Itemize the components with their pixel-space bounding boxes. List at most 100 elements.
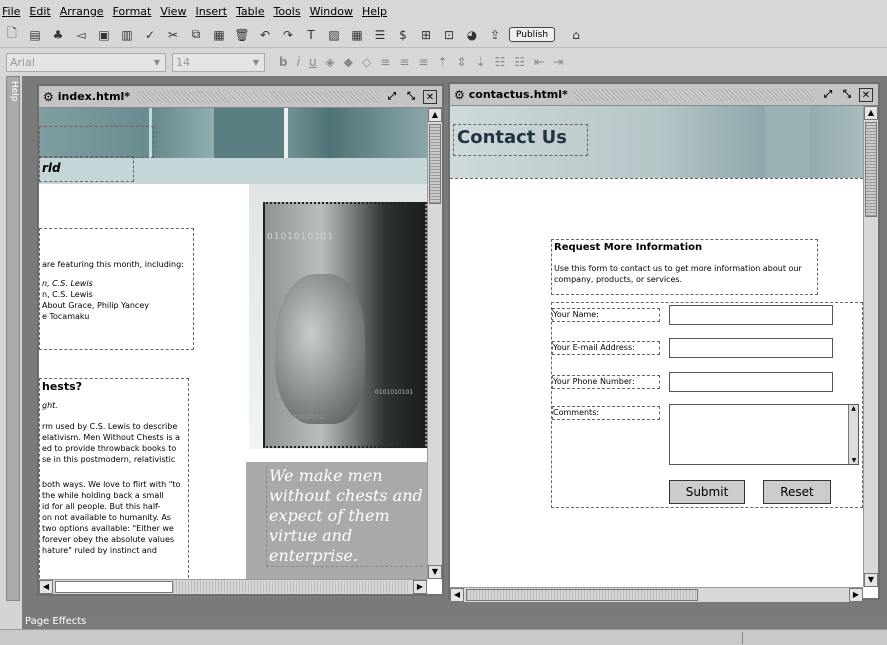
horizontal-scrollbar[interactable]: ◀ ▶	[39, 579, 427, 594]
clear-format-icon[interactable]: ◇	[362, 55, 371, 69]
restore-icon[interactable]: ⤢	[821, 88, 835, 102]
layout-table-icon[interactable]: ⊞	[417, 26, 435, 44]
format-toolbar: Arial ▼ 14 ▼ b i u ◈ ◆ ◇ ≡ ≡ ≡ ⇡ ⇕ ⇣ ☷ ☷ ⇤…	[0, 49, 887, 75]
chevron-down-icon: ▼	[252, 57, 260, 67]
scroll-left-icon[interactable]: ◀	[39, 580, 53, 594]
bullet-list-icon[interactable]: ☷	[495, 55, 506, 69]
binary-text: 0101010101	[375, 389, 414, 396]
spellcheck-icon[interactable]: ✓	[141, 26, 159, 44]
link-icon[interactable]: ◅	[72, 26, 90, 44]
align-center-icon[interactable]: ≡	[399, 55, 409, 69]
italic-button[interactable]: i	[297, 55, 300, 69]
reset-button[interactable]: Reset	[763, 480, 831, 504]
table-icon[interactable]: ▦	[348, 26, 366, 44]
about-line: ed to provide throwback books to	[42, 444, 177, 453]
scroll-right-icon[interactable]: ▶	[849, 588, 863, 602]
outdent-icon[interactable]: ⇤	[534, 55, 544, 69]
phone-input[interactable]	[669, 372, 833, 392]
upload-icon[interactable]: ⇪	[486, 26, 504, 44]
save-icon[interactable]: ▣	[95, 26, 113, 44]
about-line: hature" ruled by instinct and	[42, 546, 157, 555]
menu-view[interactable]: View	[160, 5, 186, 18]
email-input[interactable]	[669, 338, 833, 358]
publish-label: Publish	[516, 29, 549, 40]
menu-window[interactable]: Window	[310, 5, 353, 18]
globe-icon[interactable]: ◕	[463, 26, 481, 44]
restore-icon[interactable]: ⤢	[385, 90, 399, 104]
menu-table[interactable]: Table	[236, 5, 264, 18]
scroll-right-icon[interactable]: ▶	[413, 580, 427, 594]
textarea-scrollbar[interactable]: ▲ ▼	[848, 405, 858, 464]
index-window-titlebar[interactable]: ⚙ index.html* ⤢ ⤡ ✕	[39, 86, 442, 108]
scroll-down-icon[interactable]: ▼	[428, 565, 442, 579]
scroll-up-icon[interactable]: ▲	[428, 108, 442, 122]
text-box-icon[interactable]: T	[302, 26, 320, 44]
size-value: 14	[176, 55, 190, 69]
comments-textarea[interactable]: ▲ ▼	[669, 404, 859, 465]
text-color-icon[interactable]: ◈	[326, 55, 335, 69]
undo-icon[interactable]: ↶	[256, 26, 274, 44]
align-left-icon[interactable]: ≡	[380, 55, 390, 69]
scroll-thumb[interactable]	[55, 581, 173, 593]
menu-help[interactable]: Help	[362, 5, 387, 18]
scroll-up-icon[interactable]: ▲	[849, 405, 858, 412]
redo-icon[interactable]: ↷	[279, 26, 297, 44]
menu-tools[interactable]: Tools	[273, 5, 300, 18]
close-icon[interactable]: ✕	[859, 87, 873, 102]
font-select[interactable]: Arial ▼	[6, 52, 166, 72]
indent-icon[interactable]: ⇥	[553, 55, 563, 69]
plugin-icon[interactable]: $	[394, 26, 412, 44]
print-icon[interactable]: ▥	[118, 26, 136, 44]
scroll-thumb[interactable]	[466, 589, 698, 601]
scroll-down-icon[interactable]: ▼	[864, 573, 878, 587]
menu-edit[interactable]: Edit	[29, 5, 50, 18]
copy-icon[interactable]: ⧉	[187, 26, 205, 44]
image-icon[interactable]: ▨	[325, 26, 343, 44]
bold-button[interactable]: b	[279, 55, 288, 69]
vertical-scrollbar[interactable]: ▲ ▼	[427, 108, 442, 579]
scroll-up-icon[interactable]: ▲	[864, 106, 878, 120]
name-input[interactable]	[669, 305, 833, 325]
open-file-icon[interactable]: ▤	[26, 26, 44, 44]
form-icon[interactable]: ☰	[371, 26, 389, 44]
menu-format[interactable]: Format	[113, 5, 152, 18]
highlight-icon[interactable]: ◆	[344, 55, 353, 69]
header-stripe	[284, 108, 288, 158]
submit-button[interactable]: Submit	[669, 480, 745, 504]
contact-window-titlebar[interactable]: ⚙ contactus.html* ⤢ ⤡ ✕	[450, 84, 878, 106]
size-select[interactable]: 14 ▼	[172, 52, 265, 72]
publish-button[interactable]: Publish	[509, 27, 556, 42]
page-effects-panel[interactable]: Page Effects	[22, 614, 887, 629]
maximize-icon[interactable]: ⤡	[840, 88, 854, 102]
underline-button[interactable]: u	[309, 55, 317, 69]
maximize-icon[interactable]: ⤡	[404, 90, 418, 104]
new-file-icon[interactable]: 🗋	[3, 26, 21, 44]
menu-arrange[interactable]: Arrange	[60, 5, 104, 18]
featured-book: n, C.S. Lewis	[42, 279, 93, 288]
close-icon[interactable]: ✕	[423, 89, 437, 104]
header-layer-box[interactable]	[39, 126, 154, 158]
about-line: both ways. We love to flirt with "to	[42, 480, 181, 489]
menu-file[interactable]: File	[2, 5, 20, 18]
paste-icon[interactable]: ▦	[210, 26, 228, 44]
valign-top-icon[interactable]: ⇡	[437, 55, 447, 69]
scroll-thumb[interactable]	[865, 122, 877, 217]
about-line: the while holding back a small	[42, 491, 164, 500]
valign-bottom-icon[interactable]: ⇣	[476, 55, 486, 69]
cut-icon[interactable]: ✂	[164, 26, 182, 44]
align-right-icon[interactable]: ≡	[418, 55, 428, 69]
delete-icon[interactable]: 🗑	[233, 26, 251, 44]
scroll-down-icon[interactable]: ▼	[849, 457, 859, 464]
site-icon[interactable]: ♣	[49, 26, 67, 44]
help-side-tab[interactable]: Help	[6, 76, 20, 601]
home-icon[interactable]: ⌂	[567, 26, 585, 44]
horizontal-scrollbar[interactable]: ◀ ▶	[450, 587, 863, 602]
numbered-list-icon[interactable]: ☷	[514, 55, 525, 69]
vertical-scrollbar[interactable]: ▲ ▼	[863, 106, 878, 587]
scroll-thumb[interactable]	[429, 124, 441, 204]
menu-insert[interactable]: Insert	[195, 5, 227, 18]
valign-middle-icon[interactable]: ⇕	[457, 55, 467, 69]
face-image[interactable]: 0101010101 0101010101 0101010101	[263, 202, 427, 448]
frame-icon[interactable]: ⊡	[440, 26, 458, 44]
scroll-left-icon[interactable]: ◀	[450, 588, 464, 602]
